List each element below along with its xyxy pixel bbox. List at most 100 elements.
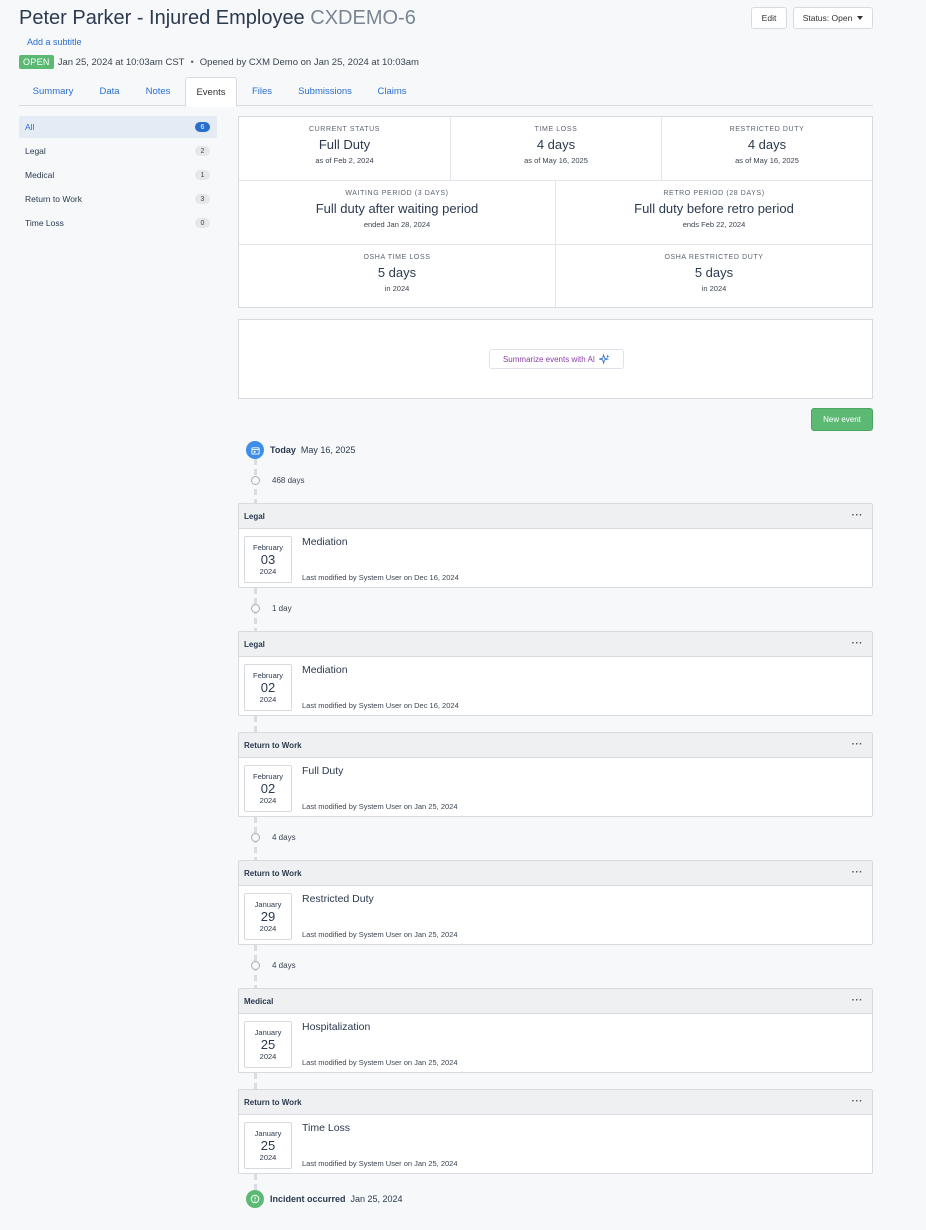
more-options-icon[interactable]: ··· bbox=[852, 867, 864, 878]
separator-dot: • bbox=[190, 56, 194, 68]
sidebar-item-medical[interactable]: Medical 1 bbox=[19, 164, 217, 186]
event-date-box: February 02 2024 bbox=[244, 765, 292, 812]
event-category-label: Return to Work bbox=[244, 868, 302, 878]
event-card[interactable]: Return to Work ··· January 25 2024 Time L… bbox=[238, 1089, 873, 1174]
more-options-icon[interactable]: ··· bbox=[852, 995, 864, 1006]
event-card[interactable]: Legal ··· February 02 2024 Mediation Last… bbox=[238, 631, 873, 716]
tab-data[interactable]: Data bbox=[87, 77, 132, 106]
more-options-icon[interactable]: ··· bbox=[852, 739, 864, 750]
stat-label: TIME LOSS bbox=[534, 126, 578, 133]
event-card[interactable]: Medical ··· January 25 2024 Hospitalizati… bbox=[238, 988, 873, 1073]
gap-duration: 4 days bbox=[272, 833, 296, 842]
stat-label: RETRO PERIOD (28 DAYS) bbox=[663, 190, 765, 197]
add-subtitle-link[interactable]: Add a subtitle bbox=[27, 37, 82, 47]
sidebar-item-label: All bbox=[25, 122, 35, 132]
event-title[interactable]: Restricted Duty bbox=[302, 893, 374, 905]
event-meta: Last modified by System User on Jan 25, … bbox=[302, 1058, 458, 1067]
timeline-gap: 1 day bbox=[250, 604, 292, 613]
event-day: 29 bbox=[260, 909, 276, 924]
event-meta: Last modified by System User on Dec 16, … bbox=[302, 701, 459, 710]
event-category: Return to Work ··· bbox=[239, 861, 872, 886]
event-title[interactable]: Mediation bbox=[302, 536, 348, 548]
count-badge: 6 bbox=[195, 122, 210, 132]
status-dropdown-label: Status: Open bbox=[802, 13, 853, 23]
event-date-box: January 25 2024 bbox=[244, 1021, 292, 1068]
tab-claims[interactable]: Claims bbox=[365, 77, 419, 106]
event-card[interactable]: Legal ··· February 03 2024 Mediation Last… bbox=[238, 503, 873, 588]
event-year: 2024 bbox=[259, 1052, 277, 1061]
incident-icon bbox=[246, 1190, 264, 1208]
stat-retro-period: RETRO PERIOD (28 DAYS) Full duty before … bbox=[556, 181, 872, 245]
event-meta: Last modified by System User on Jan 25, … bbox=[302, 930, 458, 939]
case-id: CXDEMO-6 bbox=[310, 7, 416, 29]
clock-icon bbox=[251, 604, 260, 613]
sidebar-item-time-loss[interactable]: Time Loss 0 bbox=[19, 212, 217, 234]
tab-summary[interactable]: Summary bbox=[19, 77, 87, 106]
today-label: Today bbox=[270, 445, 296, 455]
event-year: 2024 bbox=[259, 796, 277, 805]
stat-value: Full duty before retro period bbox=[634, 201, 794, 216]
event-year: 2024 bbox=[259, 567, 277, 576]
case-status-row: OPEN Jan 25, 2024 at 10:03am CST • Opene… bbox=[19, 55, 419, 69]
event-card[interactable]: Return to Work ··· January 29 2024 Restri… bbox=[238, 860, 873, 945]
timeline-today: Today May 16, 2025 bbox=[270, 445, 355, 455]
event-month: January bbox=[254, 1028, 282, 1037]
tab-notes[interactable]: Notes bbox=[132, 77, 184, 106]
timeline-connector bbox=[254, 1073, 257, 1089]
stat-value: 5 days bbox=[377, 265, 417, 280]
event-day: 02 bbox=[260, 781, 276, 796]
edit-button[interactable]: Edit bbox=[751, 7, 787, 29]
event-title[interactable]: Mediation bbox=[302, 664, 348, 676]
event-title[interactable]: Time Loss bbox=[302, 1122, 350, 1134]
event-month: February bbox=[252, 671, 283, 680]
stat-label: WAITING PERIOD (3 DAYS) bbox=[345, 190, 449, 197]
event-title[interactable]: Full Duty bbox=[302, 765, 343, 777]
event-card[interactable]: Return to Work ··· February 02 2024 Full … bbox=[238, 732, 873, 817]
event-date-box: February 03 2024 bbox=[244, 536, 292, 583]
stat-sub: ends Feb 22, 2024 bbox=[682, 220, 746, 229]
gap-duration: 1 day bbox=[272, 604, 292, 613]
tab-submissions[interactable]: Submissions bbox=[285, 77, 365, 106]
case-title: Peter Parker - Injured Employee bbox=[19, 7, 305, 29]
event-date-box: January 29 2024 bbox=[244, 893, 292, 940]
count-badge: 1 bbox=[195, 170, 210, 180]
event-category: Medical ··· bbox=[239, 989, 872, 1014]
more-options-icon[interactable]: ··· bbox=[852, 510, 864, 521]
more-options-icon[interactable]: ··· bbox=[852, 1096, 864, 1107]
stat-label: RESTRICTED DUTY bbox=[729, 126, 805, 133]
event-month: January bbox=[254, 1129, 282, 1138]
event-title[interactable]: Hospitalization bbox=[302, 1021, 370, 1033]
event-year: 2024 bbox=[259, 1153, 277, 1162]
more-options-icon[interactable]: ··· bbox=[852, 638, 864, 649]
stat-sub: in 2024 bbox=[384, 284, 410, 293]
sidebar-item-all[interactable]: All 6 bbox=[19, 116, 217, 138]
stat-sub: as of Feb 2, 2024 bbox=[315, 156, 374, 165]
sidebar-item-return-to-work[interactable]: Return to Work 3 bbox=[19, 188, 217, 210]
tab-events[interactable]: Events bbox=[185, 77, 237, 107]
sidebar-item-legal[interactable]: Legal 2 bbox=[19, 140, 217, 162]
stat-time-loss: TIME LOSS 4 days as of May 16, 2025 bbox=[451, 117, 662, 181]
count-badge: 0 bbox=[195, 218, 210, 228]
new-event-button[interactable]: New event bbox=[811, 408, 873, 431]
status-badge: OPEN bbox=[19, 55, 54, 69]
status-dropdown[interactable]: Status: Open bbox=[793, 7, 873, 29]
stat-value: Full duty after waiting period bbox=[315, 201, 479, 216]
event-category: Return to Work ··· bbox=[239, 733, 872, 758]
sidebar-item-label: Legal bbox=[25, 146, 46, 156]
sidebar-item-label: Time Loss bbox=[25, 218, 64, 228]
event-date-box: January 25 2024 bbox=[244, 1122, 292, 1169]
sidebar-item-label: Medical bbox=[25, 170, 55, 180]
event-category-label: Return to Work bbox=[244, 1097, 302, 1107]
stat-label: OSHA RESTRICTED DUTY bbox=[664, 254, 764, 261]
tab-bar: Summary Data Notes Events Files Submissi… bbox=[19, 77, 873, 107]
event-category-label: Legal bbox=[244, 639, 265, 649]
event-category: Legal ··· bbox=[239, 504, 872, 529]
stat-waiting-period: WAITING PERIOD (3 DAYS) Full duty after … bbox=[239, 181, 556, 245]
event-month: February bbox=[252, 772, 283, 781]
stat-label: OSHA TIME LOSS bbox=[363, 254, 431, 261]
event-date-box: February 02 2024 bbox=[244, 664, 292, 711]
summarize-ai-button[interactable]: Summarize events with AI bbox=[489, 349, 624, 369]
event-category-label: Medical bbox=[244, 996, 274, 1006]
caret-down-icon bbox=[857, 16, 864, 20]
tab-files[interactable]: Files bbox=[239, 77, 285, 106]
